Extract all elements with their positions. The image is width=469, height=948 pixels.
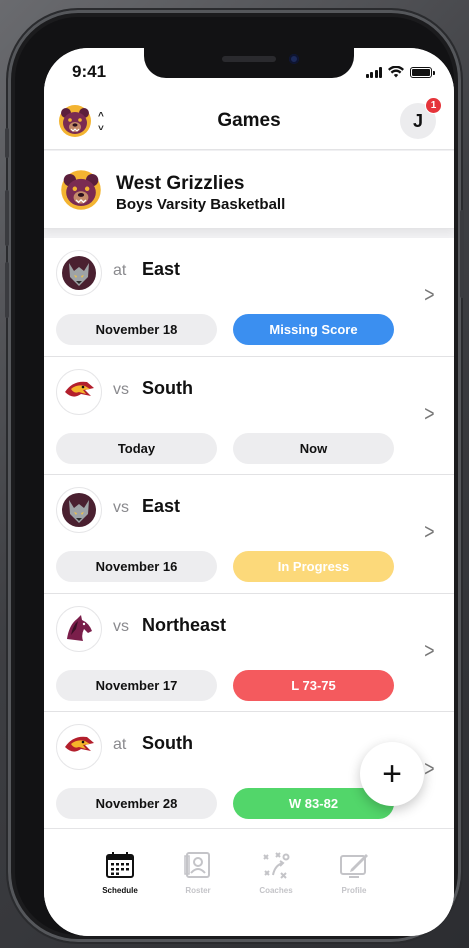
user-avatar[interactable]: J 1 [400,97,442,139]
signal-icon [365,66,382,78]
speaker [222,56,276,62]
game-row[interactable]: vs Northeast > November 17 L 73-75 [44,593,454,713]
team-card: West Grizzlies Boys Varsity Basketball [44,151,454,229]
eagle-logo-icon [62,374,96,409]
mute-switch [5,128,9,158]
tab-bar: Schedule Roster Coaches Profile [44,828,454,936]
tab-roster[interactable]: Roster [176,851,220,895]
tab-label: Roster [185,886,211,895]
opponent-name: South [142,733,193,754]
phone-frame: 9:41 ^ ^ Games J 1 West Grizzlies Boys V… [5,10,464,942]
team-name: West Grizzlies [116,173,245,194]
roster-icon [184,852,210,878]
game-status-pill[interactable]: In Progress [233,551,394,583]
app-screen: 9:41 ^ ^ Games J 1 West Grizzlies Boys V… [44,48,454,936]
game-venue-prep: vs [113,380,129,398]
tab-profile[interactable]: Profile [332,851,376,895]
opponent-logo [56,368,102,415]
grizzly-logo-icon [61,170,101,210]
game-venue-prep: at [113,736,127,754]
wolf-logo-icon [62,493,96,528]
opponent-name: East [142,259,181,279]
chevron-right-icon: > [424,400,435,426]
notification-badge: 1 [425,97,442,114]
game-row[interactable]: vs East > November 16 In Progress [44,475,454,594]
mustang-logo-icon [62,611,96,646]
calendar-icon [106,852,134,878]
game-date-pill: November 28 [56,788,217,820]
power-button [460,210,464,298]
game-date-pill: Today [56,432,217,464]
game-venue-prep: vs [113,617,129,635]
opponent-name: South [142,377,193,398]
team-logo [60,169,102,216]
volume-up-button [5,190,9,246]
game-status-pill[interactable]: Now [233,432,394,464]
game-date-pill: November 18 [56,314,217,345]
opponent-logo [56,724,102,771]
tab-schedule[interactable]: Schedule [98,851,142,895]
status-icons [365,66,435,78]
add-game-button[interactable]: + [360,742,424,806]
game-row[interactable]: vs South > Today Now [44,356,454,476]
opponent-logo [56,250,102,296]
wolf-logo-icon [62,256,96,290]
chevron-right-icon: > [424,519,435,545]
tab-label: Profile [341,886,367,895]
status-time: 9:41 [72,62,107,81]
avatar-initial: J [412,110,423,131]
profile-edit-icon [340,854,368,878]
tab-coaches[interactable]: Coaches [254,851,298,895]
opponent-logo [56,487,102,534]
chevron-right-icon: > [424,637,435,663]
game-date-pill: November 16 [56,551,217,583]
opponent-logo [56,605,102,652]
plus-icon: + [382,754,402,793]
wifi-icon [388,66,404,78]
battery-icon [410,66,435,78]
front-camera [289,54,299,64]
opponent-name: East [142,496,181,517]
tab-label: Schedule [102,886,138,895]
volume-down-button [5,262,9,318]
opponent-name: Northeast [142,614,227,635]
game-row[interactable]: at East > November 18 Missing Score [44,238,454,357]
game-status-pill[interactable]: L 73-75 [233,669,394,701]
page-title: Games [217,110,281,131]
chevron-right-icon: > [424,282,435,307]
game-date-pill: November 17 [56,669,217,701]
eagle-logo-icon [62,730,96,765]
game-venue-prep: vs [113,499,129,517]
playbook-icon [263,852,290,879]
game-venue-prep: at [113,262,127,279]
chevron-right-icon: > [424,756,435,782]
top-nav: ^ ^ Games J 1 [44,94,454,150]
game-status-pill[interactable]: Missing Score [233,314,394,345]
team-subtitle: Boys Varsity Basketball [116,196,286,213]
notch [144,48,354,78]
tab-label: Coaches [259,886,293,895]
